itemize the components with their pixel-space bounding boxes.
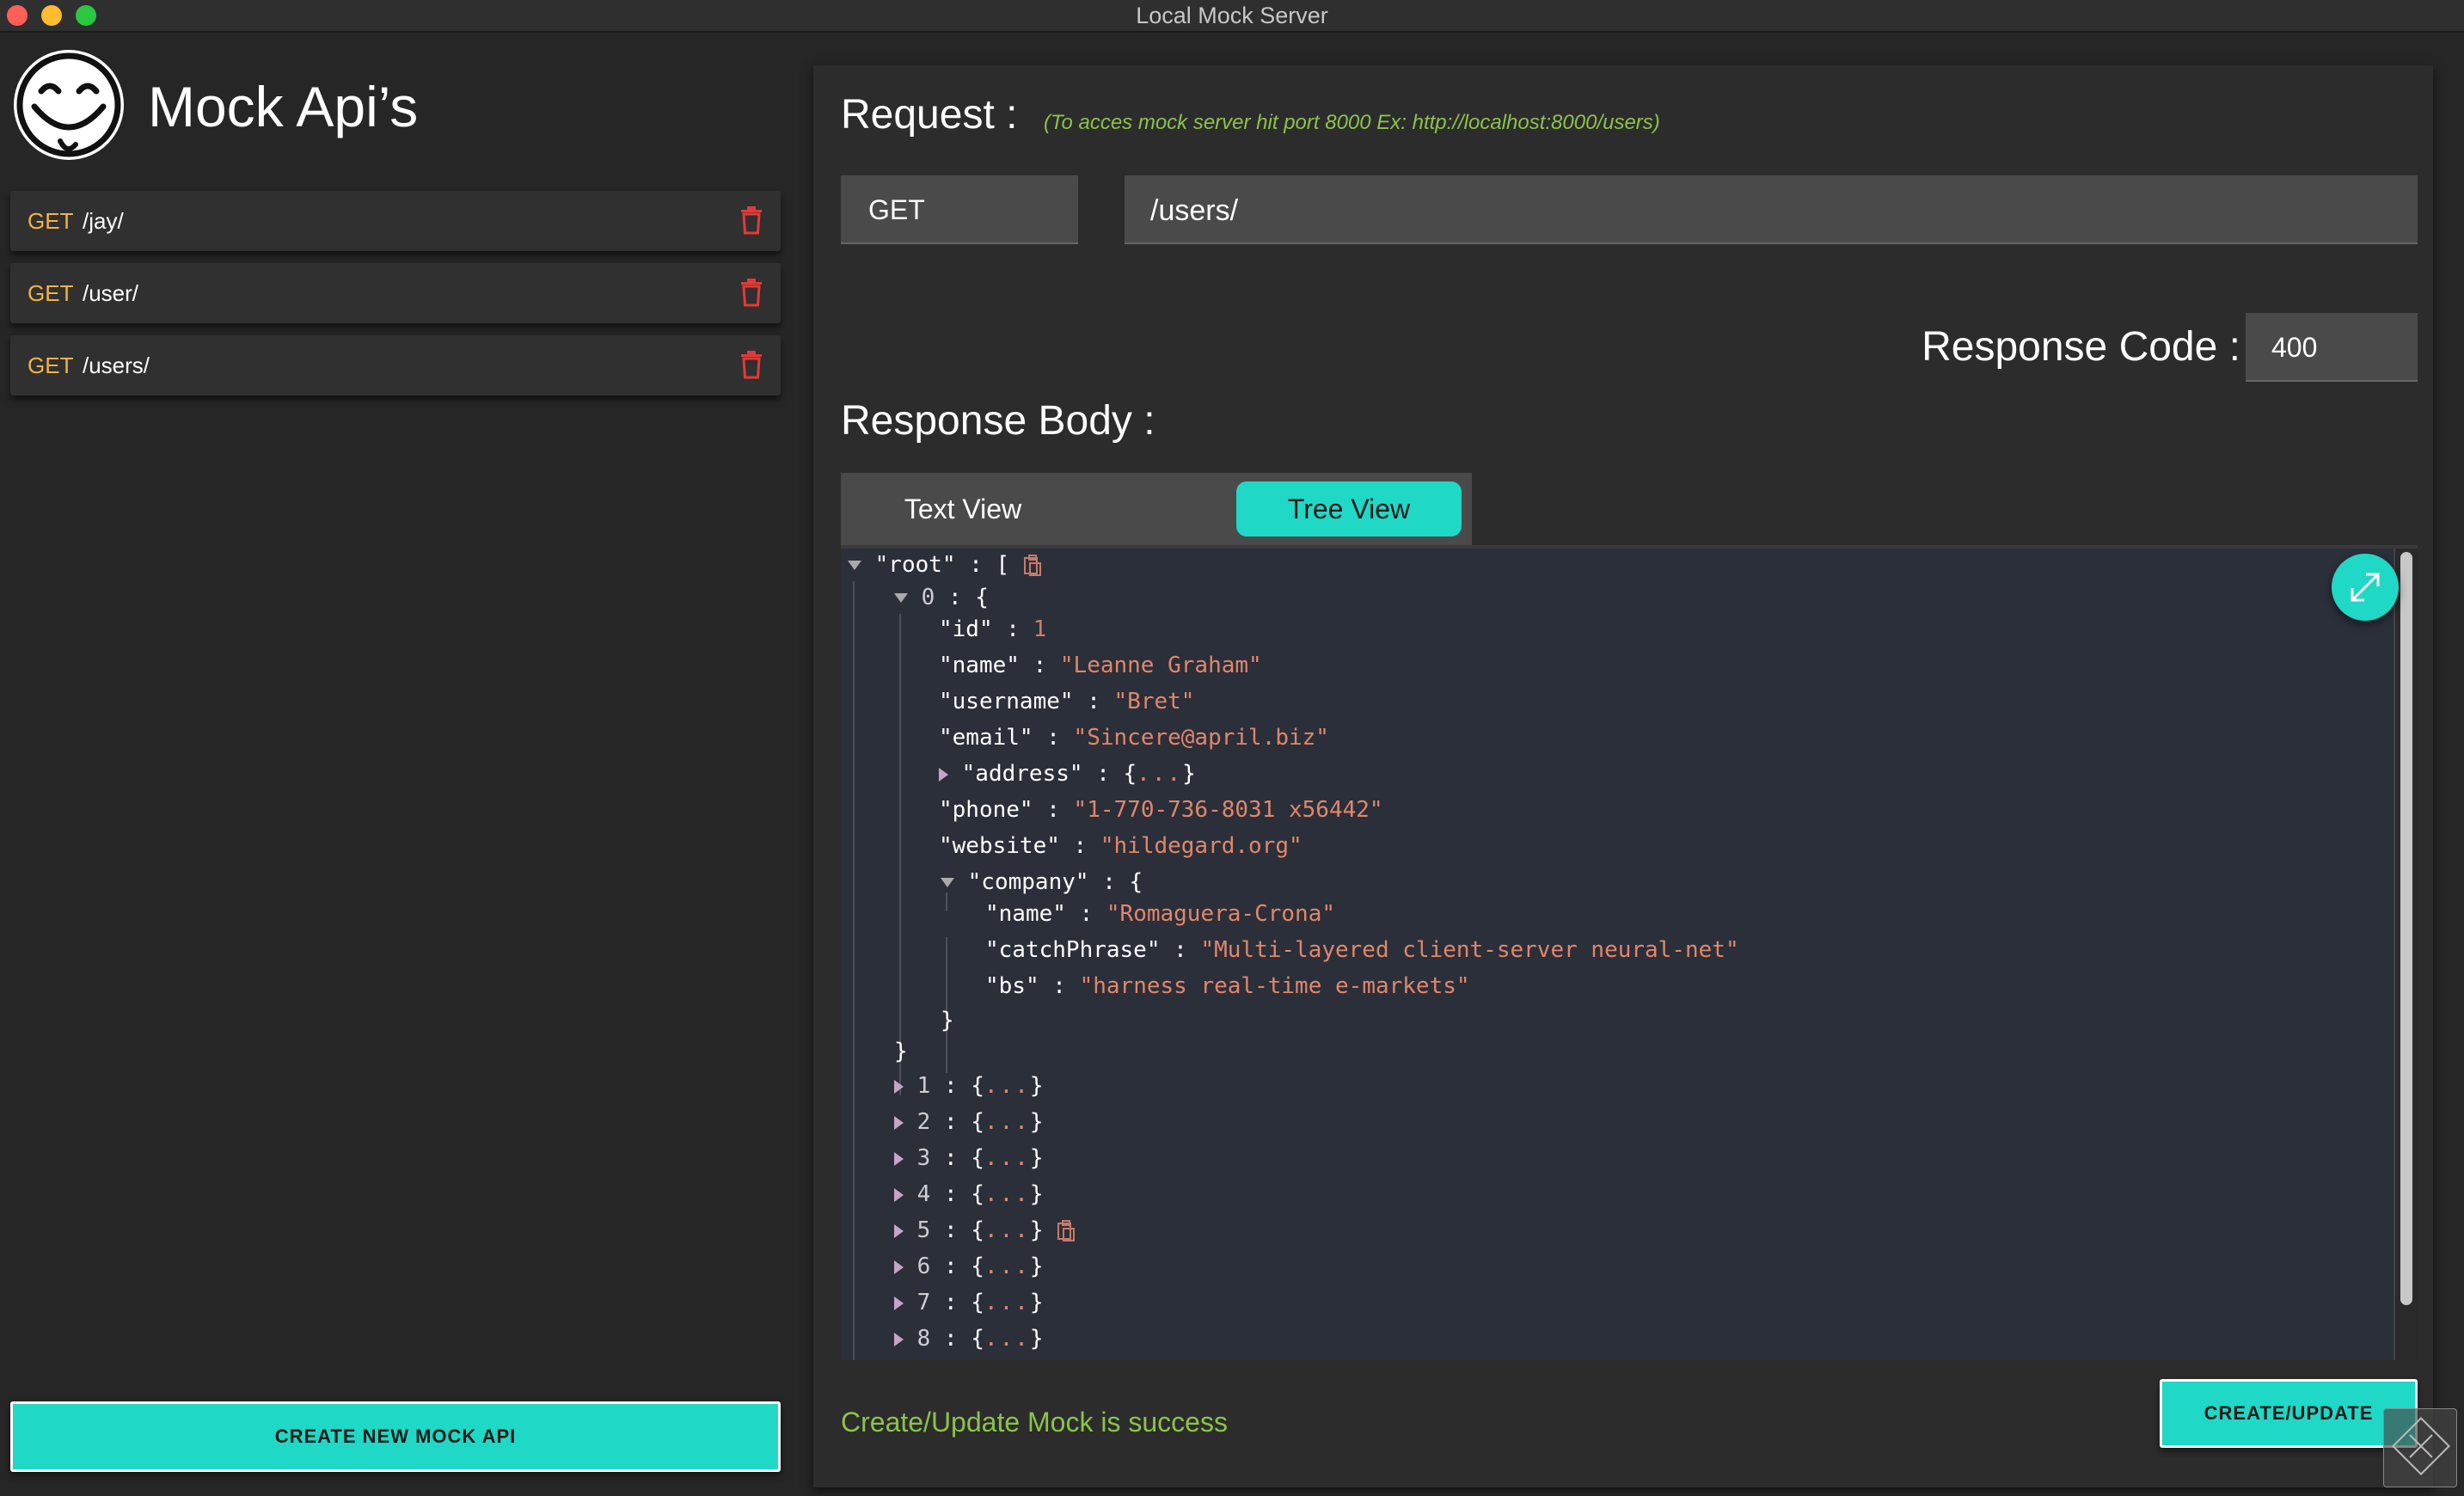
url-input[interactable]: /users/ [1125,175,2418,244]
tree-row-item[interactable]: 5 : {...} [894,1214,1076,1247]
tree-row-field[interactable]: "name" : "Romaguera-Crona" [985,898,1335,930]
tree-row-close: } [894,1039,908,1064]
tree-row-field[interactable]: "email" : "Sincere@april.biz" [939,721,1329,754]
window-title: Local Mock Server [1136,3,1328,28]
expand-caret-icon[interactable] [894,1187,904,1202]
request-hint: (To acces mock server hit port 8000 Ex: … [1044,111,1660,134]
collapse-caret-icon[interactable] [941,878,954,887]
expand-caret-icon[interactable] [894,1223,904,1238]
tree-row-field[interactable]: "bs" : "harness real-time e-markets" [985,970,1470,1002]
api-path: /users/ [83,353,150,378]
scrollbar-thumb[interactable] [2400,552,2412,1305]
api-list-item[interactable]: GET /jay/ [10,191,781,251]
expand-arrows-icon [2351,573,2380,602]
tree-row-item[interactable]: 8 : {...} [894,1322,1044,1355]
tree-row-close: } [941,1008,954,1033]
expand-caret-icon[interactable] [939,767,948,782]
create-update-button[interactable]: CREATE/UPDATE [2160,1379,2418,1448]
response-code-input[interactable]: 400 [2246,313,2418,382]
view-tab-bar: Text View Tree View [841,473,1472,545]
tree-row-item[interactable]: 6 : {...} [894,1250,1044,1283]
expand-caret-icon[interactable] [894,1115,904,1130]
title-bar: Local Mock Server [0,0,2464,33]
expand-caret-icon[interactable] [894,1079,904,1094]
api-method: GET [28,208,74,234]
sidebar: Mock Api’s GET /jay/ GET /user/ GET /use… [0,34,791,1496]
tree-row-root[interactable]: "root" : [ [848,549,1042,581]
indent-guide [853,581,855,1360]
tree-row-field[interactable]: "address" : {...} [939,757,1196,790]
app-title: Mock Api’s [148,75,419,138]
tree-row-item[interactable]: 4 : {...} [894,1178,1044,1211]
expand-caret-icon[interactable] [894,1260,904,1274]
collapse-caret-icon[interactable] [894,593,908,603]
tree-row-field[interactable]: "catchPhrase" : "Multi-layered client-se… [985,934,1739,966]
api-path: /user/ [83,280,139,306]
response-code-label: Response Code : [1922,324,2240,370]
copy-icon[interactable] [1023,554,1042,577]
json-tree-view[interactable]: "root" : [ 0 : { "id" : 1 "name" : "Lean… [841,545,2418,1360]
watermark-icon [2392,1417,2450,1475]
tree-row-item[interactable]: 7 : {...} [894,1286,1044,1319]
tree-scrollbar[interactable] [2394,549,2418,1360]
api-list-item[interactable]: GET /user/ [10,263,781,323]
method-select[interactable]: GET [841,175,1078,244]
collapse-caret-icon[interactable] [848,561,861,570]
tree-row-field[interactable]: "id" : 1 [939,613,1046,646]
tree-row-item[interactable]: 1 : {...} [894,1070,1044,1102]
copy-icon[interactable] [1057,1219,1076,1242]
api-method: GET [28,353,74,378]
api-method: GET [28,280,74,306]
fullscreen-expand-button[interactable] [2332,554,2399,621]
delete-icon[interactable] [739,278,763,307]
indent-guide [899,614,901,1095]
response-body-label: Response Body : [841,398,1155,444]
request-label: Request : [841,92,1018,138]
tab-text-view[interactable]: Text View [841,473,1076,545]
tree-row-item[interactable]: 0 : { [894,581,989,614]
api-list-item[interactable]: GET /users/ [10,335,781,395]
api-path: /jay/ [83,208,124,234]
tree-row-field[interactable]: "phone" : "1-770-736-8031 x56442" [939,794,1383,826]
tab-tree-view[interactable]: Tree View [1236,481,1462,536]
tree-row-item[interactable]: 2 : {...} [894,1106,1044,1138]
expand-caret-icon[interactable] [894,1332,904,1346]
tree-row-item[interactable]: 3 : {...} [894,1142,1044,1174]
delete-icon[interactable] [739,350,763,379]
tree-row-field[interactable]: "website" : "hildegard.org" [939,830,1302,862]
tree-row-field[interactable]: "company" : { [941,866,1143,898]
editor-panel: Request : (To acces mock server hit port… [813,65,2433,1487]
expand-caret-icon[interactable] [894,1296,904,1310]
status-message: Create/Update Mock is success [841,1407,1228,1438]
delete-icon[interactable] [739,205,763,235]
smiley-logo-icon [14,50,124,160]
watermark-logo [2383,1408,2457,1487]
create-new-mock-api-button[interactable]: CREATE NEW MOCK API [10,1401,781,1472]
expand-caret-icon[interactable] [894,1151,904,1166]
tree-row-field[interactable]: "name" : "Leanne Graham" [939,649,1262,682]
tree-row-field[interactable]: "username" : "Bret" [939,685,1194,718]
